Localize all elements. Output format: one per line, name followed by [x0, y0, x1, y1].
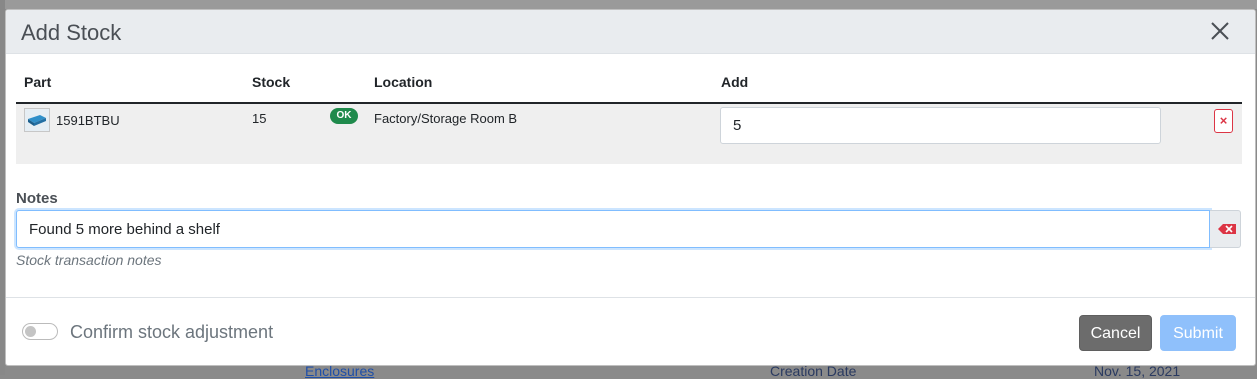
remove-row-button[interactable]: ×: [1214, 109, 1233, 133]
add-quantity-input[interactable]: [720, 107, 1161, 144]
footer-divider: [6, 297, 1255, 298]
notes-help-text: Stock transaction notes: [16, 252, 162, 268]
background-creation-date-label: Creation Date: [770, 363, 857, 379]
part-thumbnail: [24, 108, 50, 132]
submit-button[interactable]: Submit: [1160, 315, 1236, 351]
column-header-part: Part: [24, 74, 52, 90]
confirm-adjustment-toggle[interactable]: [22, 323, 58, 340]
close-icon[interactable]: [1209, 20, 1231, 42]
confirm-adjustment-label[interactable]: Confirm stock adjustment: [70, 322, 273, 343]
part-name[interactable]: 1591BTBU: [56, 113, 120, 128]
toggle-knob: [25, 326, 36, 337]
status-badge: OK: [330, 108, 358, 124]
clear-notes-button[interactable]: [1210, 210, 1241, 248]
clear-icon: [1218, 224, 1236, 234]
background-link-enclosures[interactable]: Enclosures: [305, 364, 374, 378]
column-header-add: Add: [721, 74, 749, 90]
notes-label: Notes: [16, 190, 58, 207]
cancel-button[interactable]: Cancel: [1079, 315, 1152, 351]
modal-header: Add Stock: [6, 10, 1255, 54]
notes-input[interactable]: [16, 210, 1210, 248]
add-stock-modal: Add Stock Part Stock Location Add 1591BT…: [5, 9, 1256, 366]
stock-quantity: 15: [252, 111, 267, 126]
column-header-location: Location: [374, 74, 433, 90]
location-text: Factory/Storage Room B: [374, 111, 518, 126]
modal-title: Add Stock: [21, 20, 122, 45]
background-creation-date-value: Nov. 15, 2021: [1094, 363, 1181, 379]
background-page-top: [0, 0, 1257, 9]
column-header-stock: Stock: [252, 74, 291, 90]
